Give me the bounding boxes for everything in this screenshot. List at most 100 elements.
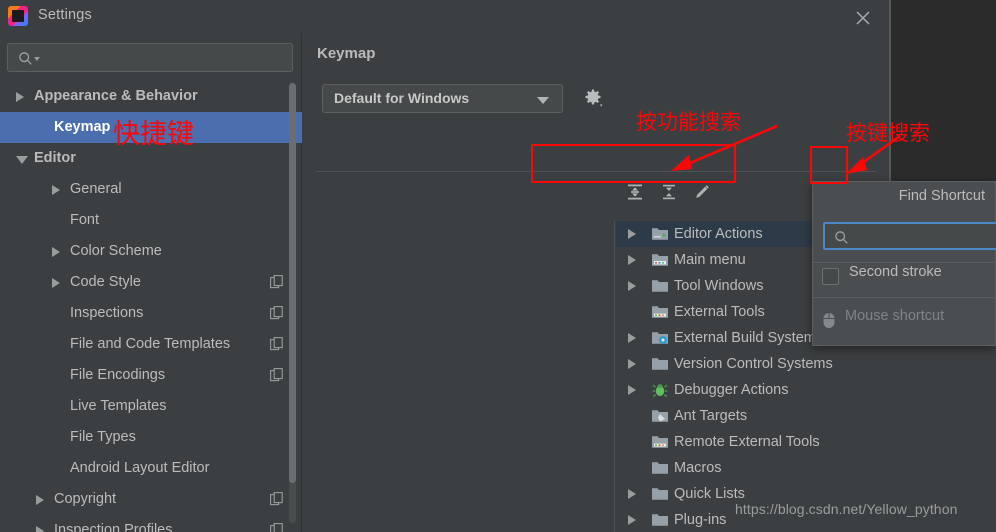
sidebar-item-label: Color Scheme [70, 243, 162, 259]
chevron-right-icon[interactable] [628, 255, 636, 265]
folder-icon [652, 280, 668, 292]
sidebar-item-label: File Types [70, 429, 136, 445]
second-stroke-label: Second stroke [849, 264, 942, 280]
actions-tree-row[interactable]: Ant Targets [616, 403, 996, 429]
annotation-keymap-note: 快捷键 [113, 119, 194, 150]
annotation-search-by-key: 按键搜索 [846, 121, 930, 145]
chevron-down-icon[interactable] [16, 156, 28, 164]
popup-divider-1 [813, 262, 996, 263]
chevron-right-icon[interactable] [628, 359, 636, 369]
folder-tools-icon [652, 306, 668, 318]
sidebar-item-general[interactable]: General [0, 174, 302, 205]
sidebar-search-input[interactable] [42, 48, 282, 68]
popup-title: Find Shortcut [898, 188, 985, 204]
edit-pencil-icon[interactable] [693, 183, 711, 201]
find-shortcut-popup: Find Shortcut Second stroke Mouse shortc… [812, 181, 996, 346]
find-shortcut-search-box[interactable] [823, 222, 996, 250]
chevron-right-icon[interactable] [628, 385, 636, 395]
find-shortcut-input[interactable] [855, 228, 996, 246]
chevron-right-icon[interactable] [628, 489, 636, 499]
keymap-select-value: Default for Windows [334, 90, 470, 106]
actions-tree-row-label: Remote External Tools [674, 434, 820, 450]
sidebar-item-android-layout-editor[interactable]: Android Layout Editor [0, 453, 302, 484]
sidebar-item-label: Inspections [70, 305, 144, 321]
sidebar-item-code-style[interactable]: Code Style [0, 267, 302, 298]
intellij-idea-logo-icon: IJ [8, 6, 28, 26]
search-icon [835, 231, 848, 244]
chevron-right-icon[interactable] [628, 281, 636, 291]
actions-tree-row-label: Tool Windows [674, 278, 764, 294]
expand-all-icon[interactable] [626, 183, 644, 201]
actions-tree-row[interactable]: Remote External Tools [616, 429, 996, 455]
second-stroke-checkbox[interactable] [822, 268, 839, 285]
actions-tree-row[interactable]: Debugger Actions [616, 377, 996, 403]
sidebar-scrollbar-thumb[interactable] [289, 83, 296, 483]
close-button[interactable] [838, 0, 888, 33]
search-icon [19, 52, 32, 65]
chevron-down-icon [537, 97, 549, 104]
gear-icon[interactable] [583, 88, 603, 108]
search-options-caret-icon[interactable] [34, 57, 40, 61]
mouse-shortcut-label: Mouse shortcut [845, 308, 945, 324]
folder-tools-icon [652, 436, 668, 448]
watermark: https://blog.csdn.net/Yellow_python [735, 501, 958, 517]
actions-tree-row-label: External Tools [674, 304, 765, 320]
sidebar-item-file-and-code-templates[interactable]: File and Code Templates [0, 329, 302, 360]
sidebar-item-file-encodings[interactable]: File Encodings [0, 360, 302, 391]
actions-tree-row[interactable]: Version Control Systems [616, 351, 996, 377]
sidebar-item-live-templates[interactable]: Live Templates [0, 391, 302, 422]
close-icon [856, 11, 870, 25]
sidebar-item-copyright[interactable]: Copyright [0, 484, 302, 515]
chevron-right-icon[interactable] [52, 185, 60, 195]
sidebar-item-label: Keymap [54, 119, 111, 135]
actions-tree-left-rule [614, 221, 615, 532]
sidebar-item-label: Android Layout Editor [70, 460, 210, 476]
actions-tree-row-label: External Build Systems [674, 330, 824, 346]
chevron-right-icon[interactable] [36, 495, 44, 505]
sidebar-item-label: File and Code Templates [70, 336, 231, 352]
actions-tree-row-label: Macros [674, 460, 722, 476]
sidebar-item-appearance-behavior[interactable]: Appearance & Behavior [0, 81, 302, 112]
sidebar-item-color-scheme[interactable]: Color Scheme [0, 236, 302, 267]
actions-tree-row-label: Version Control Systems [674, 356, 833, 372]
sidebar-item-font[interactable]: Font [0, 205, 302, 236]
sidebar-item-label: Copyright [54, 491, 117, 507]
mouse-icon [823, 313, 835, 328]
popup-divider-2 [813, 297, 996, 298]
sidebar-item-label: Editor [34, 150, 76, 166]
copy-settings-icon[interactable] [270, 275, 284, 289]
chevron-right-icon[interactable] [628, 515, 636, 525]
copy-settings-icon[interactable] [270, 337, 284, 351]
folder-menu-icon [652, 254, 668, 266]
chevron-right-icon[interactable] [52, 278, 60, 288]
folder-icon [652, 488, 668, 500]
annotation-search-by-function: 按功能搜索 [636, 110, 741, 134]
actions-tree-row-label: Ant Targets [674, 408, 748, 424]
sidebar-item-label: Font [70, 212, 100, 228]
folder-icon [652, 462, 668, 474]
sidebar-item-file-types[interactable]: File Types [0, 422, 302, 453]
actions-tree-row[interactable]: Macros [616, 455, 996, 481]
chevron-right-icon[interactable] [16, 92, 24, 102]
sidebar-item-label: Appearance & Behavior [34, 88, 198, 104]
collapse-all-icon[interactable] [660, 183, 678, 201]
chevron-right-icon[interactable] [628, 229, 636, 239]
chevron-right-icon[interactable] [628, 333, 636, 343]
actions-tree-row-label: Plug-ins [674, 512, 727, 528]
sidebar-item-inspections[interactable]: Inspections [0, 298, 302, 329]
bug-icon [652, 384, 668, 398]
copy-settings-icon[interactable] [270, 306, 284, 320]
chevron-right-icon[interactable] [36, 526, 44, 532]
folder-icon [652, 358, 668, 370]
copy-settings-icon[interactable] [270, 368, 284, 382]
copy-settings-icon[interactable] [270, 492, 284, 506]
keymap-select[interactable]: Default for Windows [322, 84, 563, 113]
sidebar-item-inspection-profiles[interactable]: Inspection Profiles [0, 515, 302, 532]
page-title: Keymap [317, 45, 376, 62]
copy-settings-icon[interactable] [270, 523, 284, 532]
sidebar-item-label: Code Style [70, 274, 141, 290]
sidebar-search-box[interactable] [7, 43, 293, 72]
chevron-right-icon[interactable] [52, 247, 60, 257]
sidebar-item-label: File Encodings [70, 367, 166, 383]
sidebar-item-label: General [70, 181, 122, 197]
